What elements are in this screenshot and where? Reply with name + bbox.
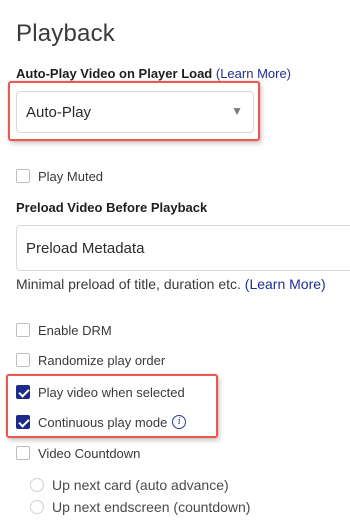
- autoplay-select-value: Auto-Play: [26, 104, 92, 121]
- enable-drm-checkbox[interactable]: [16, 323, 30, 337]
- up-next-card-radio[interactable]: [30, 478, 44, 492]
- play-muted-label: Play Muted: [38, 168, 104, 184]
- randomize-checkbox[interactable]: [16, 353, 30, 367]
- preload-learn-more-link[interactable]: (Learn More): [245, 276, 326, 292]
- autoplay-label-text: Auto-Play Video on Player Load: [16, 66, 213, 81]
- randomize-label: Randomize play order: [38, 352, 166, 368]
- preload-select-value: Preload Metadata: [26, 240, 145, 257]
- play-muted-checkbox-row[interactable]: Play Muted: [16, 167, 103, 185]
- up-next-card-label: Up next card (auto advance): [52, 477, 229, 493]
- autoplay-label: Auto-Play Video on Player Load (Learn Mo…: [16, 66, 291, 81]
- play-when-selected-checkbox-row[interactable]: Play video when selected: [16, 383, 185, 401]
- radio-up-next-endscreen-row[interactable]: Up next endscreen (countdown): [30, 498, 250, 516]
- page-title: Playback: [16, 20, 115, 47]
- info-icon[interactable]: i: [172, 415, 187, 429]
- continuous-play-checkbox-row[interactable]: Continuous play mode i: [16, 413, 187, 431]
- up-next-endscreen-label: Up next endscreen (countdown): [52, 499, 251, 515]
- enable-drm-checkbox-row[interactable]: Enable DRM: [16, 321, 112, 339]
- play-muted-checkbox[interactable]: [16, 169, 30, 183]
- randomize-checkbox-row[interactable]: Randomize play order: [16, 351, 165, 369]
- enable-drm-label: Enable DRM: [38, 322, 112, 338]
- preload-label: Preload Video Before Playback: [16, 200, 208, 215]
- play-when-selected-label: Play video when selected: [38, 384, 185, 400]
- preload-help-text: Minimal preload of title, duration etc. …: [16, 276, 326, 292]
- autoplay-select[interactable]: Auto-Play ▼: [16, 91, 254, 133]
- autoplay-learn-more-link[interactable]: (Learn More): [216, 66, 291, 81]
- radio-up-next-card-row[interactable]: Up next card (auto advance): [30, 476, 229, 494]
- video-countdown-checkbox-row[interactable]: Video Countdown: [16, 444, 140, 462]
- video-countdown-checkbox[interactable]: [16, 446, 30, 460]
- play-when-selected-checkbox[interactable]: [16, 385, 30, 399]
- preload-help-text-body: Minimal preload of title, duration etc.: [16, 276, 241, 292]
- video-countdown-label: Video Countdown: [38, 445, 141, 461]
- continuous-play-label: Continuous play mode: [38, 414, 168, 430]
- dropdown-arrow-icon: ▼: [231, 104, 243, 118]
- preload-select[interactable]: Preload Metadata: [16, 225, 350, 271]
- up-next-endscreen-radio[interactable]: [30, 500, 44, 514]
- continuous-play-checkbox[interactable]: [16, 415, 30, 429]
